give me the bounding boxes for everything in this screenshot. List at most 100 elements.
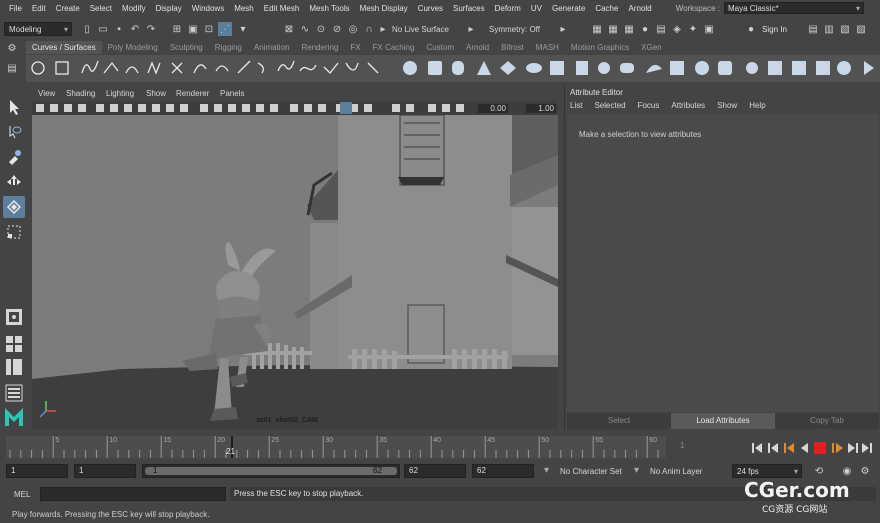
animation-preferences-icon[interactable]: ⚙: [858, 464, 872, 478]
viewport-menu-panels[interactable]: Panels: [220, 89, 244, 98]
copy-tab-button[interactable]: Copy Tab: [775, 413, 879, 429]
new-scene-icon[interactable]: ▯: [80, 22, 94, 36]
menu-mesh-display[interactable]: Mesh Display: [355, 4, 413, 13]
range-slider-handle[interactable]: [145, 467, 397, 475]
construction-history-icon[interactable]: ▸: [556, 22, 570, 36]
select-button[interactable]: Select: [567, 413, 671, 429]
playback-end-field[interactable]: 62: [404, 464, 466, 478]
lasso-tool-icon[interactable]: [3, 121, 25, 143]
load-attributes-button[interactable]: Load Attributes: [671, 413, 775, 429]
scale-tool-icon[interactable]: [3, 221, 25, 243]
modeling-toolkit-icon[interactable]: ▤: [806, 22, 820, 36]
redo-icon[interactable]: ↷: [144, 22, 158, 36]
auto-key-icon[interactable]: ◉: [840, 464, 854, 478]
menu-surfaces[interactable]: Surfaces: [448, 4, 490, 13]
menu-cache[interactable]: Cache: [590, 4, 623, 13]
command-language-label[interactable]: MEL: [14, 490, 30, 499]
ipr-render-icon[interactable]: ▦: [606, 22, 620, 36]
select-component-icon[interactable]: ⊡: [202, 22, 216, 36]
animation-start-field[interactable]: 1: [6, 464, 68, 478]
select-mask-icon[interactable]: ▾: [236, 22, 250, 36]
shelf-tab-custom[interactable]: Custom: [420, 41, 460, 54]
menu-windows[interactable]: Windows: [187, 4, 229, 13]
shelf-settings-icon[interactable]: ⚙: [5, 41, 19, 55]
light-editor-icon[interactable]: ✦: [686, 22, 700, 36]
snap-magnet-icon[interactable]: ∩: [362, 22, 376, 36]
sign-in-icon[interactable]: ●: [744, 22, 758, 36]
range-slider[interactable]: 1 62: [142, 464, 400, 478]
outliner-layout-icon[interactable]: [3, 382, 25, 404]
loop-icon[interactable]: ⟲: [812, 464, 826, 478]
viewport-render-icon[interactable]: ▣: [702, 22, 716, 36]
save-scene-icon[interactable]: ▪: [112, 22, 126, 36]
shelf-tab-sculpting[interactable]: Sculpting: [164, 41, 209, 54]
viewport-3d[interactable]: sc01_shot02_CAM: [32, 115, 558, 429]
four-view-layout-icon[interactable]: [3, 333, 25, 355]
select-object-icon[interactable]: ▣: [186, 22, 200, 36]
menu-deform[interactable]: Deform: [490, 4, 526, 13]
hypershade-icon[interactable]: ●: [638, 22, 652, 36]
anim-layer-icon[interactable]: ▾: [634, 465, 639, 476]
shelf-tab-curves-surfaces[interactable]: Curves / Surfaces: [26, 41, 102, 54]
menu-display[interactable]: Display: [151, 4, 187, 13]
render-settings-icon[interactable]: ▦: [622, 22, 636, 36]
shelf-tab-bifrost[interactable]: Bifrost: [495, 41, 530, 54]
arnold-icon[interactable]: ◈: [670, 22, 684, 36]
single-perspective-layout-icon[interactable]: [3, 306, 25, 328]
make-live-icon[interactable]: ◎: [346, 22, 360, 36]
menu-select[interactable]: Select: [85, 4, 117, 13]
playback-start-field[interactable]: 1: [74, 464, 136, 478]
attribute-editor-menu-focus[interactable]: Focus: [638, 101, 672, 110]
symmetry-label[interactable]: Symmetry: Off: [489, 25, 540, 34]
gamma-field[interactable]: 1.00: [526, 104, 556, 113]
menu-mesh-tools[interactable]: Mesh Tools: [304, 4, 354, 13]
current-time-field[interactable]: 1: [676, 440, 736, 454]
rotate-tool-icon[interactable]: [3, 196, 25, 218]
shelf-tab-fx[interactable]: FX: [344, 41, 366, 54]
paint-select-tool-icon[interactable]: [3, 146, 25, 168]
select-tool-icon[interactable]: [3, 96, 25, 118]
shelf-tab-rendering[interactable]: Rendering: [295, 41, 344, 54]
fps-dropdown[interactable]: 24 fps ▾: [732, 464, 802, 478]
shelf-tab-xgen[interactable]: XGen: [635, 41, 667, 54]
symmetry-icon[interactable]: ▸: [464, 22, 478, 36]
snap-point-icon[interactable]: ⊙: [314, 22, 328, 36]
select-hierarchy-icon[interactable]: ⊞: [170, 22, 184, 36]
render-current-frame-icon[interactable]: ▦: [590, 22, 604, 36]
time-slider[interactable]: 5 10 15 20 25 30 35 40 45 50 55 60 21: [6, 436, 670, 458]
attribute-editor-menu-show[interactable]: Show: [717, 101, 749, 110]
attribute-editor-menu-attributes[interactable]: Attributes: [671, 101, 717, 110]
menu-modify[interactable]: Modify: [117, 4, 151, 13]
tool-settings-toggle-icon[interactable]: ▧: [838, 22, 852, 36]
shelf-tab-mash[interactable]: MASH: [530, 41, 565, 54]
channel-box-toggle-icon[interactable]: ▨: [854, 22, 868, 36]
menu-create[interactable]: Create: [51, 4, 85, 13]
live-surface-icon[interactable]: ▸: [376, 22, 390, 36]
shelf-tab-fx-caching[interactable]: FX Caching: [367, 41, 421, 54]
shelf-tab-rigging[interactable]: Rigging: [209, 41, 248, 54]
undo-icon[interactable]: ↶: [128, 22, 142, 36]
viewport-menu-lighting[interactable]: Lighting: [106, 89, 134, 98]
menu-uv[interactable]: UV: [526, 4, 547, 13]
menu-file[interactable]: File: [4, 4, 27, 13]
animation-end-field[interactable]: 62: [472, 464, 534, 478]
persp-outliner-layout-icon[interactable]: [3, 356, 25, 378]
attribute-editor-menu-help[interactable]: Help: [749, 101, 777, 110]
menu-edit[interactable]: Edit: [27, 4, 51, 13]
shelf-tab-animation[interactable]: Animation: [248, 41, 296, 54]
workspace-dropdown[interactable]: Maya Classic* ▾: [724, 2, 864, 14]
menu-curves[interactable]: Curves: [413, 4, 448, 13]
move-tool-icon[interactable]: [3, 171, 25, 193]
menu-set-dropdown[interactable]: Modeling ▾: [4, 22, 72, 36]
attribute-editor-menu-selected[interactable]: Selected: [594, 101, 637, 110]
shelf-tab-motion-graphics[interactable]: Motion Graphics: [565, 41, 635, 54]
snap-grid-icon[interactable]: ⊠: [282, 22, 296, 36]
shelf-tab-arnold[interactable]: Arnold: [460, 41, 495, 54]
attribute-editor-toggle-icon[interactable]: ▥: [822, 22, 836, 36]
shelf-tab-poly-modeling[interactable]: Poly Modeling: [102, 41, 164, 54]
viewport-menu-show[interactable]: Show: [146, 89, 166, 98]
exposure-field[interactable]: 0.00: [478, 104, 508, 113]
menu-edit-mesh[interactable]: Edit Mesh: [259, 4, 305, 13]
select-by-type-icon[interactable]: ⋰: [218, 22, 232, 36]
snap-curve-icon[interactable]: ∿: [298, 22, 312, 36]
